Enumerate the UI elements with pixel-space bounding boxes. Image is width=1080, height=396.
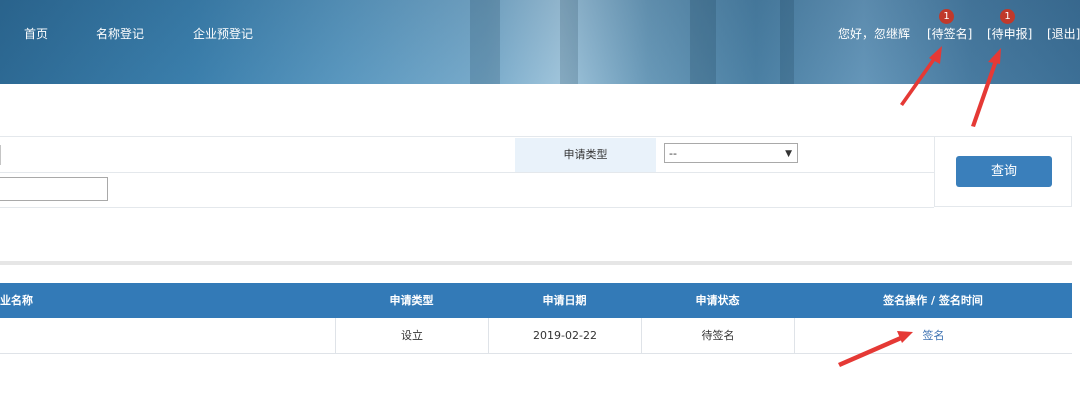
cell-status: 待签名 (641, 318, 794, 353)
application-type-label: 申请类型 (515, 138, 656, 172)
pending-sign-link[interactable]: [待签名] (927, 25, 972, 42)
search-form: 申请类型 (0, 136, 1072, 208)
query-button[interactable]: 查询 (956, 156, 1052, 187)
nav-home[interactable]: 首页 (24, 25, 48, 42)
greeting-text: 您好，忽继辉 (838, 27, 911, 41)
application-type-select[interactable]: -- ▼ (664, 143, 798, 163)
banner-decoration (780, 0, 794, 84)
col-header-sign-action: 签名操作 / 签名时间 (883, 294, 983, 307)
col-header-status: 申请状态 (695, 294, 740, 307)
cell-sign-action: 签名 (794, 318, 1072, 353)
sign-link[interactable]: 签名 (923, 329, 945, 342)
input-edge (0, 145, 1, 165)
logout-link[interactable]: [退出] (1047, 25, 1080, 42)
col-header-date: 申请日期 (542, 294, 587, 307)
search-text-input[interactable] (0, 177, 108, 201)
nav-enterprise-pre-registration[interactable]: 企业预登记 (193, 25, 253, 42)
cell-type: 设立 (335, 318, 488, 353)
pending-submit-link[interactable]: [待申报] (987, 25, 1032, 42)
pending-submit-badge: 1 (1000, 9, 1015, 24)
search-row-2 (0, 171, 934, 208)
top-banner: 首页 名称登记 企业预登记 您好，忽继辉 [待签名] 1 [待申报] 1 [退出… (0, 0, 1080, 84)
nav-name-registration[interactable]: 名称登记 (96, 25, 144, 42)
section-divider (0, 261, 1072, 265)
col-header-name: 业名称 (0, 294, 33, 307)
banner-decoration (690, 0, 716, 84)
application-type-value: -- (669, 147, 677, 160)
dropdown-arrow-icon: ▼ (785, 149, 792, 159)
cell-date: 2019-02-22 (488, 318, 641, 353)
banner-decoration (470, 0, 500, 84)
banner-decoration (560, 0, 578, 84)
col-header-type: 申请类型 (389, 294, 434, 307)
table-header: 业名称 申请类型 申请日期 申请状态 签名操作 / 签名时间 (0, 283, 1072, 318)
table-row: 设立 2019-02-22 待签名 签名 (0, 318, 1072, 354)
pending-sign-badge: 1 (939, 9, 954, 24)
cell-name (0, 318, 335, 353)
